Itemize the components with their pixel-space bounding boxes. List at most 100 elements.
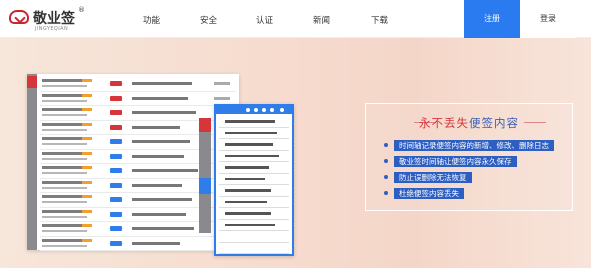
note-content — [132, 212, 186, 216]
note-date — [42, 186, 87, 189]
popup-note-row[interactable] — [219, 197, 289, 208]
note-content — [132, 241, 180, 245]
popup-note-content — [225, 177, 265, 180]
popup-note-content — [225, 189, 271, 192]
popup-note-row[interactable] — [219, 128, 289, 139]
note-tag — [110, 95, 122, 101]
note-status — [82, 238, 92, 242]
popup-note-content — [225, 166, 269, 169]
popup-note-row[interactable] — [219, 208, 289, 220]
note-status — [82, 79, 92, 82]
app-sidebar — [27, 74, 37, 250]
nav-item-security[interactable]: 安全 — [200, 14, 217, 26]
note-tag — [110, 153, 122, 159]
note-status — [82, 209, 92, 213]
note-author — [42, 79, 82, 82]
note-content — [132, 183, 182, 187]
top-navbar: 敬业签 ® JINGYEQIAN 功能 安全 认证 新闻 下载 注册 登录 — [0, 0, 591, 38]
popup-note-content — [225, 154, 279, 157]
popup-note-row[interactable] — [219, 220, 289, 231]
note-content — [132, 125, 180, 129]
toolbar-icon — [246, 108, 250, 112]
note-date — [42, 215, 87, 218]
feature-item: 杜绝便签内容丢失 — [384, 188, 464, 199]
popup-note-row[interactable] — [219, 116, 289, 128]
note-content — [132, 96, 188, 100]
registered-mark: ® — [78, 6, 85, 14]
toolbar-icon — [280, 108, 284, 112]
popup-note-row[interactable] — [219, 243, 289, 254]
note-content — [132, 82, 192, 85]
note-tag — [110, 211, 122, 217]
logo-text: 敬业签 — [33, 11, 75, 27]
nav-item-features[interactable]: 功能 — [143, 14, 160, 26]
note-tag — [110, 168, 122, 173]
title-divider-right — [524, 122, 546, 123]
note-date — [42, 99, 87, 102]
feature-item: 敬业签时间轴让便签内容永久保存 — [384, 156, 517, 167]
note-tag — [110, 182, 122, 188]
note-status — [82, 166, 92, 169]
popup-note-row[interactable] — [219, 162, 289, 174]
note-status — [82, 93, 92, 97]
toolbar-icon — [270, 108, 274, 112]
note-date — [42, 201, 87, 203]
feature-card: 永不丢失便签内容 时间轴记录便签内容的新增、修改、删除日志 敬业签时间轴让便签内… — [365, 103, 573, 211]
note-tag — [110, 110, 122, 115]
popup-note-row[interactable] — [219, 151, 289, 162]
note-date — [42, 244, 87, 247]
note-row[interactable] — [40, 237, 236, 251]
feature-item: 防止误删除无法恢复 — [384, 172, 472, 183]
feature-item: 时间轴记录便签内容的新增、修改、删除日志 — [384, 140, 554, 151]
note-author — [42, 224, 82, 227]
login-button[interactable]: 登录 — [520, 0, 576, 38]
note-author — [42, 195, 82, 198]
note-date — [42, 143, 87, 145]
popup-note-content — [225, 200, 267, 203]
note-row[interactable] — [40, 77, 236, 92]
toolbar-icon — [262, 108, 266, 112]
note-status — [82, 137, 92, 140]
app-sidebar-secondary-selected-tab — [199, 178, 211, 194]
logo-pinyin: JINGYEQIAN — [35, 26, 69, 32]
note-date — [42, 114, 87, 116]
cloud-check-icon — [9, 10, 29, 24]
popup-note-row[interactable] — [219, 185, 289, 197]
note-date — [42, 157, 87, 160]
popup-titlebar — [216, 106, 292, 114]
register-button[interactable]: 注册 — [464, 0, 520, 38]
nav-item-news[interactable]: 新闻 — [313, 14, 330, 26]
popup-note-row[interactable] — [219, 139, 289, 151]
note-status — [82, 195, 92, 198]
logo[interactable]: 敬业签 ® JINGYEQIAN — [9, 6, 85, 34]
popup-note-row[interactable] — [219, 231, 289, 243]
note-status — [82, 151, 92, 155]
toolbar-icon — [254, 108, 258, 112]
popup-note-row[interactable] — [219, 174, 289, 185]
note-tag — [110, 81, 122, 86]
note-content — [132, 169, 198, 172]
note-author — [42, 108, 82, 111]
note-author — [42, 180, 82, 184]
note-status — [82, 224, 92, 227]
note-author — [42, 137, 82, 140]
note-row[interactable] — [40, 92, 236, 106]
feature-title-red: 永不丢失 — [419, 116, 469, 130]
popup-note-content — [225, 131, 277, 134]
note-author — [42, 122, 82, 126]
nav-item-download[interactable]: 下载 — [371, 14, 388, 26]
note-author — [42, 166, 82, 169]
app-sidebar-secondary — [199, 118, 211, 233]
note-author — [42, 93, 82, 97]
nav-item-certification[interactable]: 认证 — [256, 14, 273, 26]
popup-note-content — [225, 120, 275, 123]
note-tag — [110, 226, 122, 231]
note-date — [42, 172, 87, 174]
app-screenshot-popup — [214, 104, 294, 256]
popup-note-content — [225, 143, 273, 146]
note-date — [42, 85, 87, 87]
note-status — [82, 122, 92, 126]
note-meta — [214, 96, 230, 100]
popup-note-content — [225, 212, 271, 215]
note-date — [42, 230, 87, 232]
